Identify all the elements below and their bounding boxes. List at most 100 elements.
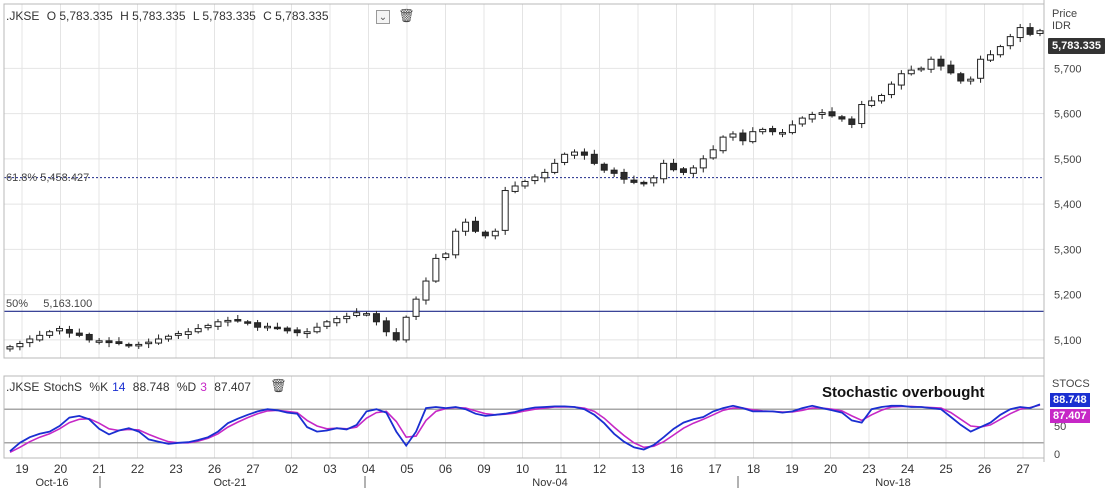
candle-body: [224, 319, 232, 323]
stoch-axis-title: STOCS: [1052, 378, 1090, 390]
currency-label: IDR: [1052, 20, 1071, 32]
candle-body: [630, 179, 638, 183]
price-axis-label: Price: [1052, 8, 1078, 20]
candle-body: [1036, 30, 1044, 34]
low-value: L 5,783.335: [192, 9, 256, 23]
candle-body: [927, 58, 935, 70]
candle-body: [125, 343, 133, 347]
candle-body: [254, 322, 262, 328]
x-day-label: 27: [246, 462, 260, 476]
x-month-label: Nov-18: [875, 477, 910, 489]
candle-body: [947, 64, 955, 74]
x-day-label: 18: [747, 462, 761, 476]
candle-body: [907, 69, 915, 75]
candle-body: [363, 313, 371, 316]
k-period: 14: [112, 380, 126, 394]
candle-body: [580, 151, 588, 156]
candle-body: [967, 78, 975, 82]
candle-body: [105, 340, 113, 344]
candle-body: [848, 118, 856, 125]
price-symbol: .JKSE: [6, 9, 40, 23]
candle-body: [343, 315, 351, 320]
candle-body: [749, 131, 757, 143]
x-day-label: 23: [862, 462, 876, 476]
candle-body: [986, 54, 994, 61]
candle-body: [65, 328, 73, 334]
candle-body: [46, 331, 54, 336]
candle-body: [75, 332, 83, 336]
candle-body: [382, 320, 390, 333]
candle-body: [660, 162, 668, 180]
candle-body: [184, 331, 192, 335]
chevron-down-icon[interactable]: ⌄: [376, 10, 390, 24]
x-day-label: 11: [555, 462, 568, 476]
last-price-tag: 5,783.335: [1048, 38, 1105, 54]
candle-body: [551, 162, 559, 173]
x-day-label: 05: [400, 462, 414, 476]
candle-body: [145, 341, 153, 345]
candle-body: [174, 333, 182, 336]
candle-body: [897, 73, 905, 86]
price-header: .JKSE O 5,783.335 H 5,783.335 L 5,783.33…: [6, 9, 333, 23]
d-value: 87.407: [214, 380, 251, 394]
candle-body: [452, 230, 460, 256]
stochastic-annotation: Stochastic overbought: [822, 384, 985, 401]
trash-icon[interactable]: 🗑: [398, 8, 415, 24]
x-day-label: 20: [54, 462, 68, 476]
x-day-label: 06: [439, 462, 453, 476]
candle-body: [491, 230, 499, 237]
candle-body: [610, 169, 618, 174]
k-value: 88.748: [132, 380, 170, 394]
candle-body: [818, 112, 826, 115]
candle-body: [422, 280, 430, 301]
candle-body: [689, 167, 697, 174]
candle-body: [462, 221, 470, 232]
d-period: 3: [200, 380, 207, 394]
candle-body: [640, 181, 648, 185]
candle-body: [293, 329, 301, 334]
candle-body: [1016, 27, 1024, 39]
candle-body: [759, 128, 767, 133]
candle-body: [670, 162, 678, 171]
stoch-name: StochS: [43, 380, 83, 394]
candle-body: [937, 58, 945, 67]
candle-body: [1026, 27, 1034, 35]
candle-body: [194, 328, 202, 333]
candle-body: [442, 253, 450, 259]
candle-body: [273, 326, 281, 330]
x-day-label: 10: [516, 462, 530, 476]
stoch-trash-icon[interactable]: 🗑: [270, 378, 287, 394]
stoch-header: .JKSE StochS %K 14 88.748 %D 3 87.407: [6, 380, 255, 394]
candle-body: [541, 171, 549, 179]
candle-body: [828, 111, 836, 117]
k-value-tag: 88.748: [1050, 393, 1090, 407]
d-label: %D: [176, 380, 197, 394]
candle-body: [868, 100, 876, 106]
candle-body: [709, 149, 717, 159]
candle-body: [957, 73, 965, 82]
x-day-label: 17: [708, 462, 722, 476]
candle-body: [887, 83, 895, 96]
fib-618-label: 61.8% 5,458.427: [6, 172, 90, 184]
stoch-symbol: .JKSE: [6, 380, 40, 394]
candle-body: [313, 326, 321, 333]
candle-body: [264, 325, 271, 329]
x-day-label: 19: [785, 462, 799, 476]
x-day-label: 22: [131, 462, 145, 476]
x-day-label: 24: [901, 462, 915, 476]
candle-body: [996, 46, 1004, 56]
candle-body: [412, 298, 420, 317]
price-tick-label: 5,400: [1054, 199, 1082, 211]
candle-body: [155, 338, 163, 344]
candle-body: [85, 333, 93, 341]
candle-body: [234, 319, 242, 322]
candle-body: [402, 316, 410, 341]
candle-body: [1006, 36, 1014, 47]
d-value-tag: 87.407: [1050, 409, 1090, 423]
fib-50-label: 50% 5,163.100: [6, 298, 93, 310]
x-day-label: 21: [92, 462, 106, 476]
x-day-label: 13: [631, 462, 645, 476]
candle-body: [719, 136, 727, 152]
price-axis-title: Price IDR: [1052, 8, 1077, 32]
candle-body: [16, 343, 24, 348]
